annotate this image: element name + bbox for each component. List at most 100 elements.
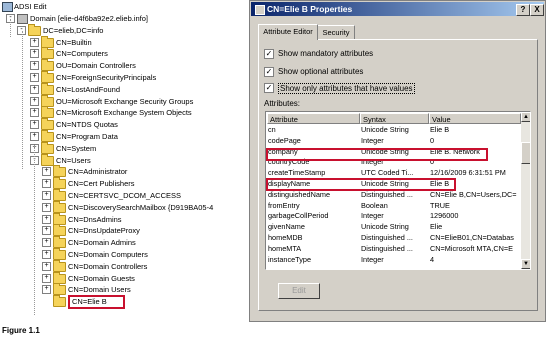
show-values-only-label: Show only attributes that have values [278, 83, 415, 94]
attribute-row[interactable]: distinguishedName Distinguished ... CN=Eli… [266, 190, 521, 199]
attribute-row[interactable]: createTimeStamp UTC Coded Ti... 12/16/2009… [266, 168, 521, 177]
expand-icon[interactable]: + [30, 132, 39, 141]
list-scrollbar[interactable]: ▲ ▼ [521, 112, 530, 269]
attribute-row[interactable]: instanceType Integer 4 [266, 255, 521, 264]
attribute-syntax: Boolean [361, 200, 388, 210]
folder-icon [53, 259, 66, 272]
attribute-name: fromEntry [268, 200, 300, 210]
expand-icon[interactable]: + [42, 285, 51, 295]
tree-item[interactable]: - CN=Users [30, 153, 244, 166]
attribute-name: garbageCollPeriod [268, 211, 329, 221]
tree-domain[interactable]: - Domain [elie-d4f6ba92e2.elieb.info] [6, 13, 244, 24]
tree-user-item[interactable]: + CN=CERTSVC_DCOM_ACCESS [42, 189, 244, 201]
attribute-value: CN=Elie B,CN=Users,DC= [430, 189, 517, 199]
scroll-up-icon[interactable]: ▲ [521, 112, 530, 122]
folder-icon [53, 248, 66, 260]
folder-icon [41, 141, 54, 154]
tree-guide-line [10, 19, 11, 37]
expand-icon[interactable]: + [42, 226, 51, 236]
attribute-syntax: Distinguished ... [361, 233, 413, 242]
expand-icon[interactable]: + [30, 108, 39, 118]
tree-item[interactable]: + CN=Microsoft Exchange System Objects [30, 106, 244, 119]
edit-button[interactable]: Edit [278, 283, 320, 299]
expand-icon[interactable]: + [42, 167, 51, 177]
server-icon [17, 14, 28, 24]
expand-icon[interactable]: + [30, 120, 39, 130]
attribute-syntax: Integer [361, 211, 384, 221]
attribute-row[interactable]: givenName Unicode String Elie [266, 222, 521, 231]
tree-item[interactable]: + CN=Builtin [30, 35, 244, 48]
show-optional-checkbox[interactable]: ✓ [264, 67, 274, 77]
tree-item[interactable]: + CN=ForeignSecurityPrincipals [30, 71, 244, 83]
tree-user-item[interactable]: + CN=Administrator [42, 165, 244, 178]
tree-user-item[interactable]: + CN=DnsUpdateProxy [42, 224, 244, 237]
dialog-titlebar[interactable]: CN=Elie B Properties ? X [251, 2, 544, 16]
attribute-name: homeMTA [268, 243, 302, 253]
column-header-syntax[interactable]: Syntax [360, 113, 429, 124]
tree-user-item-label: CN=Domain Computers [68, 250, 148, 259]
tab-security[interactable]: Security [317, 25, 355, 40]
expand-icon[interactable]: + [30, 73, 39, 82]
tree-user-item[interactable]: + CN=Cert Publishers [42, 177, 244, 190]
attribute-row[interactable]: codePage Integer 0 [266, 136, 521, 145]
show-optional-label: Show optional attributes [278, 67, 364, 76]
tree-item-label: CN=Computers [56, 49, 108, 59]
scroll-thumb[interactable] [521, 142, 530, 164]
show-mandatory-checkbox[interactable]: ✓ [264, 49, 274, 59]
attribute-row[interactable]: cn Unicode String Elie B [266, 125, 521, 134]
folder-icon [41, 47, 54, 60]
tree-user-item[interactable]: + CN=DnsAdmins [42, 212, 244, 225]
tab-attribute-editor[interactable]: Attribute Editor [258, 24, 318, 40]
tree-guide-line [34, 145, 35, 315]
expand-icon[interactable]: + [30, 96, 39, 106]
expand-icon[interactable]: + [30, 84, 39, 94]
expand-icon[interactable]: + [30, 37, 39, 47]
tree-item[interactable]: + CN=Computers [30, 47, 244, 60]
folder-icon [53, 283, 66, 296]
tree-item[interactable]: + CN=Program Data [30, 130, 244, 142]
tree-user-item[interactable]: + CN=Domain Guests [42, 271, 244, 284]
column-header-attribute[interactable]: Attribute [267, 113, 360, 124]
tree-item-label: CN=LostAndFound [56, 84, 120, 94]
folder-icon [53, 165, 66, 178]
adsi-tree-panel: ADSI Edit - Domain [elie-d4f6ba92e2.elieb.… [0, 0, 244, 320]
expand-icon[interactable]: + [42, 250, 51, 259]
tree-item[interactable]: + CN=NTDS Quotas [30, 118, 244, 131]
expand-icon[interactable]: + [30, 61, 39, 71]
tree-dc[interactable]: - DC=elieb,DC=info [17, 23, 244, 36]
attribute-name: createTimeStamp [268, 168, 326, 178]
folder-icon [53, 224, 66, 237]
expand-icon[interactable]: + [42, 202, 51, 212]
tree-item[interactable]: + OU=Microsoft Exchange Security Groups [30, 94, 244, 107]
attribute-row[interactable]: garbageCollPeriod Integer 1296000 [266, 211, 521, 220]
scroll-down-icon[interactable]: ▼ [521, 259, 530, 269]
expand-icon[interactable]: + [42, 191, 51, 200]
tree-item[interactable]: + CN=LostAndFound [30, 82, 244, 95]
tree-user-item[interactable]: CN=Elie B [42, 295, 244, 310]
tree-user-item[interactable]: + CN=Domain Users [42, 283, 244, 296]
close-button[interactable]: X [530, 4, 544, 16]
folder-icon [41, 153, 54, 166]
help-button[interactable]: ? [516, 4, 530, 16]
show-values-only-checkbox[interactable]: ✓ [264, 83, 274, 93]
expand-icon[interactable]: + [42, 238, 51, 248]
tree-user-item[interactable]: + CN=DiscoverySearchMailbox {D919BA05-4 [42, 200, 244, 213]
tree-user-item[interactable]: + CN=Domain Controllers [42, 259, 244, 272]
attribute-row[interactable]: fromEntry Boolean TRUE [266, 201, 521, 210]
folder-icon [41, 71, 54, 83]
expand-icon[interactable]: + [42, 261, 51, 271]
attribute-syntax: Integer [361, 254, 384, 264]
attribute-row[interactable]: homeMDB Distinguished ... CN=ElieB01,CN=Da… [266, 233, 521, 242]
expand-icon[interactable]: + [30, 49, 39, 59]
attribute-row[interactable]: homeMTA Distinguished ... CN=Microsoft MTA… [266, 244, 521, 253]
tree-user-item-label: CN=Elie B [68, 295, 125, 310]
folder-icon [41, 130, 54, 142]
tree-item[interactable]: + OU=Domain Controllers [30, 59, 244, 72]
tree-user-item[interactable]: + CN=Domain Computers [42, 248, 244, 260]
expand-icon[interactable]: + [42, 179, 51, 189]
expand-icon[interactable]: + [42, 273, 51, 283]
expand-icon[interactable]: + [42, 214, 51, 224]
tree-user-item[interactable]: + CN=Domain Admins [42, 236, 244, 249]
column-header-value[interactable]: Value [429, 113, 521, 124]
tree-item[interactable]: + CN=System [30, 141, 244, 154]
